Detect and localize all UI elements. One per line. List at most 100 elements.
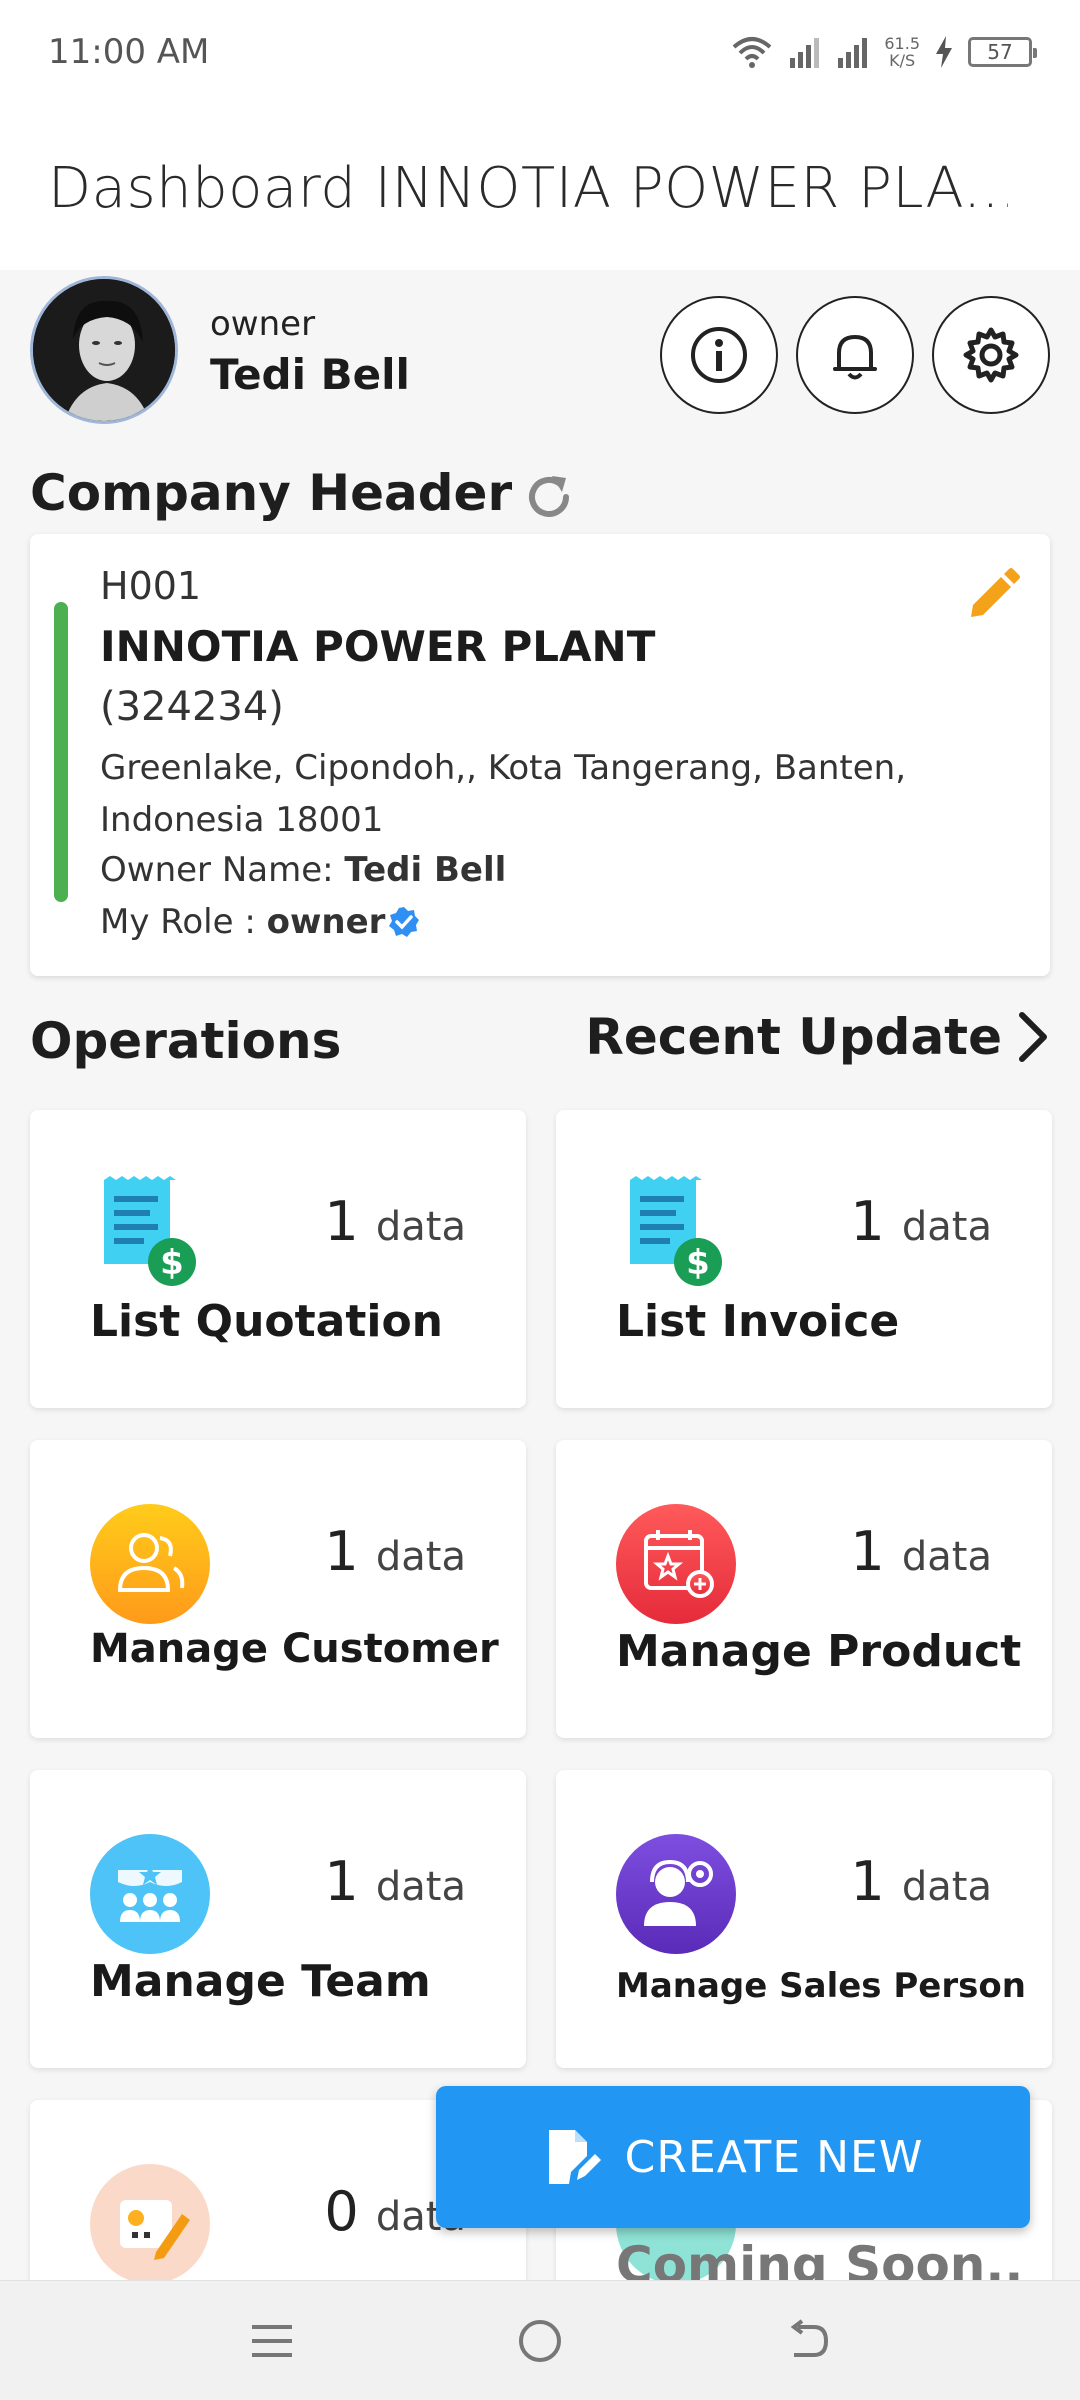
avatar[interactable] bbox=[30, 276, 178, 424]
tile-count-unit: data bbox=[375, 1534, 466, 1580]
customer-icon bbox=[90, 1504, 210, 1624]
edit-button[interactable] bbox=[960, 562, 1026, 628]
menu-button[interactable] bbox=[240, 2309, 304, 2373]
notifications-button[interactable] bbox=[796, 296, 914, 414]
tile-label: List Quotation bbox=[90, 1296, 444, 1347]
tile-list-invoice[interactable]: $ 1 data List Invoice bbox=[556, 1110, 1052, 1408]
tile-count: 1 data bbox=[324, 1520, 466, 1583]
my-role-label: My Role : bbox=[100, 902, 267, 942]
profile-section: owner Tedi Bell bbox=[30, 276, 1050, 426]
user-role: owner bbox=[210, 304, 316, 344]
tile-count: 1 data bbox=[850, 1190, 992, 1253]
refresh-button[interactable] bbox=[522, 470, 576, 524]
tile-count-unit: data bbox=[901, 1864, 992, 1910]
tile-count-value: 1 bbox=[324, 1190, 359, 1253]
home-button[interactable] bbox=[508, 2309, 572, 2373]
refresh-icon bbox=[529, 476, 569, 517]
tile-count-value: 1 bbox=[850, 1190, 885, 1253]
tile-count: 1 data bbox=[850, 1850, 992, 1913]
net-speed-unit: K/S bbox=[889, 51, 916, 70]
document-edit-icon bbox=[548, 2130, 601, 2184]
tile-count-unit: data bbox=[375, 1204, 466, 1250]
tile-count: 1 data bbox=[324, 1190, 466, 1253]
tile-manage-team[interactable]: 1 data Manage Team bbox=[30, 1770, 526, 2068]
home-circle-icon bbox=[519, 2320, 561, 2362]
status-icons: 61.5 K/S 57 bbox=[730, 30, 1037, 74]
tile-count-value: 1 bbox=[324, 1520, 359, 1583]
company-name-text: INNOTIA POWER PLANT bbox=[100, 622, 656, 671]
dashboard-content[interactable]: owner Tedi Bell Company Header H001 INNO… bbox=[0, 270, 1080, 2280]
tile-count-value: 1 bbox=[850, 1520, 885, 1583]
company-header-label: Company Header bbox=[30, 464, 513, 522]
user-name: Tedi Bell bbox=[210, 350, 410, 399]
signal-icon bbox=[790, 38, 820, 68]
company-number-text: (324234) bbox=[100, 684, 284, 730]
tile-label: Manage Customer bbox=[90, 1626, 499, 1672]
info-icon bbox=[691, 327, 747, 383]
menu-icon bbox=[252, 2325, 292, 2357]
create-new-label: CREATE NEW bbox=[624, 2131, 924, 2183]
net-speed: 61.5 K/S bbox=[884, 35, 920, 69]
status-time: 11:00 AM bbox=[48, 32, 210, 72]
quotation-icon: $ bbox=[104, 1176, 196, 1286]
tile-list-quotation[interactable]: $ 1 data List Quotation bbox=[30, 1110, 526, 1408]
tile-label: Coming Soon.. bbox=[616, 2236, 1024, 2280]
edit-pencil-icon bbox=[971, 568, 1020, 617]
tile-manage-customer[interactable]: 1 data Manage Customer bbox=[30, 1440, 526, 1738]
owner-name-label: Owner Name: bbox=[100, 850, 345, 890]
owner-name-row: Owner Name: Tedi Bell bbox=[100, 850, 506, 890]
verified-badge-icon bbox=[389, 907, 420, 937]
recent-update-label: Recent Update bbox=[585, 1008, 1002, 1066]
invoice-icon: $ bbox=[630, 1176, 722, 1286]
tile-manage-product[interactable]: 1 data Manage Product bbox=[556, 1440, 1052, 1738]
company-code-text: H001 bbox=[100, 564, 202, 608]
gear-icon bbox=[963, 327, 1019, 383]
team-icon bbox=[90, 1834, 210, 1954]
card-green-bar bbox=[54, 602, 68, 902]
tile-count-unit: data bbox=[901, 1534, 992, 1580]
chevron-right-icon bbox=[1019, 1012, 1047, 1062]
net-speed-value: 61.5 bbox=[884, 34, 920, 53]
address-line-2: Indonesia 18001 bbox=[100, 800, 384, 840]
product-icon bbox=[616, 1504, 736, 1624]
charging-icon bbox=[936, 36, 952, 68]
recent-update-link[interactable]: Recent Update bbox=[585, 1008, 1050, 1066]
bell-icon bbox=[833, 335, 877, 380]
company-card-body[interactable]: H001 INNOTIA POWER PLANT (324234) Greenl… bbox=[30, 534, 1050, 976]
my-role-value: owner bbox=[266, 902, 386, 942]
settings-button[interactable] bbox=[932, 296, 1050, 414]
tile-count-unit: data bbox=[375, 1864, 466, 1910]
svg-text:$: $ bbox=[160, 1243, 184, 1283]
signal-icon-2 bbox=[838, 38, 868, 68]
back-button[interactable] bbox=[776, 2309, 840, 2373]
system-nav-bar bbox=[0, 2280, 1080, 2400]
battery-icon: 57 bbox=[968, 37, 1037, 67]
tile-count: 1 data bbox=[850, 1520, 992, 1583]
tile-count-unit: data bbox=[901, 1204, 992, 1250]
company-header-title: Company Header bbox=[30, 464, 512, 522]
tile-label: Manage Team bbox=[90, 1956, 431, 2007]
status-bar: 11:00 AM 61.5 K/S 57 bbox=[0, 0, 1080, 100]
back-icon bbox=[790, 2319, 829, 2357]
my-role-row: My Role : owner bbox=[100, 902, 421, 942]
svg-text:$: $ bbox=[686, 1243, 710, 1283]
tile-count-value: 0 bbox=[324, 2180, 359, 2243]
page-title: Dashboard INNOTIA POWER PLA... bbox=[48, 156, 1008, 221]
create-new-button[interactable]: CREATE NEW bbox=[436, 2086, 1030, 2228]
tile-count-value: 1 bbox=[324, 1850, 359, 1913]
info-button[interactable] bbox=[660, 296, 778, 414]
sales-person-icon bbox=[616, 1834, 736, 1954]
battery-level: 57 bbox=[987, 40, 1013, 64]
operations-title: Operations bbox=[30, 1012, 342, 1070]
address-line-1: Greenlake, Cipondoh,, Kota Tangerang, Ba… bbox=[100, 748, 907, 788]
tile-label: List Invoice bbox=[616, 1296, 900, 1347]
notes-icon bbox=[90, 2164, 210, 2280]
tile-manage-sales-person[interactable]: 1 data Manage Sales Person bbox=[556, 1770, 1052, 2068]
tile-label: Manage Product bbox=[616, 1626, 1022, 1677]
app-bar: Dashboard INNOTIA POWER PLA... bbox=[0, 100, 1080, 270]
owner-name-value: Tedi Bell bbox=[344, 850, 507, 890]
tile-label: Manage Sales Person bbox=[616, 1966, 1026, 2006]
tile-count-value: 1 bbox=[850, 1850, 885, 1913]
tile-count: 1 data bbox=[324, 1850, 466, 1913]
wifi-icon bbox=[733, 37, 772, 68]
